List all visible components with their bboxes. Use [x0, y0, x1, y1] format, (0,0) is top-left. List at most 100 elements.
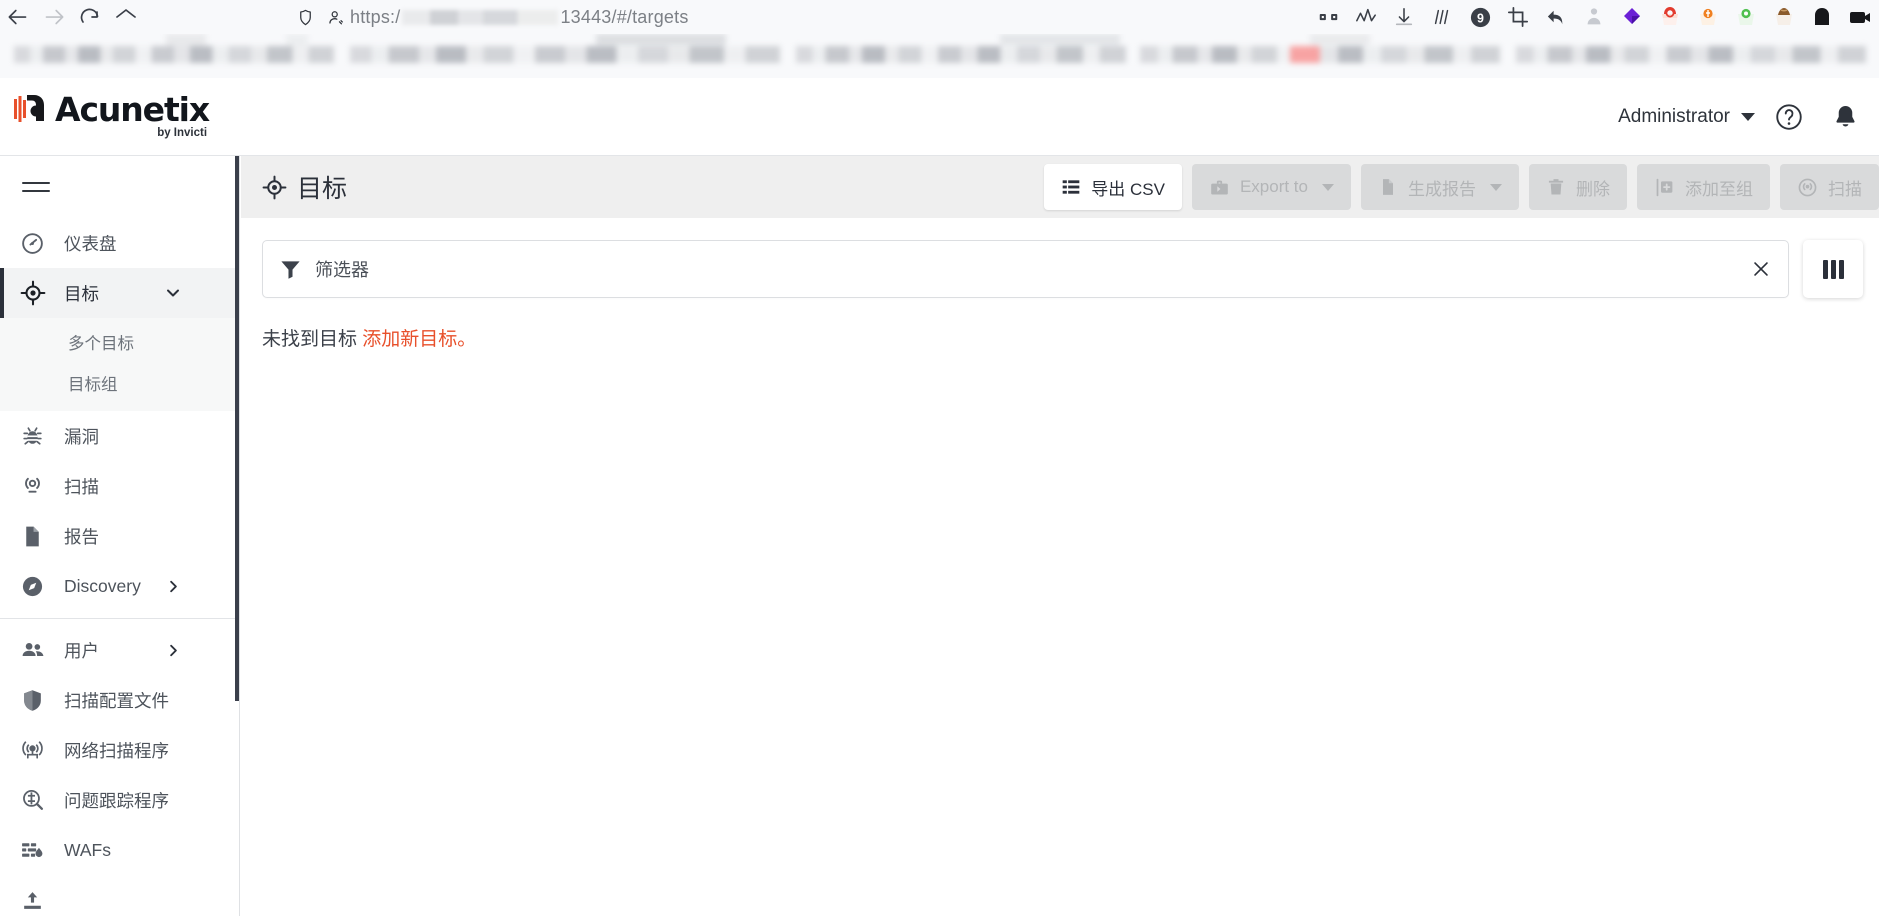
- sidebar-item-network-scanner[interactable]: 网络扫描程序: [0, 725, 239, 775]
- diamond-purple-icon[interactable]: [1613, 2, 1651, 32]
- chevron-down-icon: [1322, 183, 1334, 191]
- toolbar-button-label: 生成报告: [1408, 179, 1476, 199]
- targets-panel: 筛选器 未找到目标 添加新目标。: [241, 218, 1879, 916]
- qr-icon[interactable]: [1309, 2, 1347, 32]
- filter-placeholder-label: 筛选器: [315, 260, 369, 280]
- sidebar-item-label: 问题跟踪程序: [64, 790, 169, 811]
- sidebar-item-label: 报告: [64, 526, 99, 547]
- basket-brown-icon[interactable]: [1765, 2, 1803, 32]
- export-csv-button[interactable]: 导出 CSV: [1044, 164, 1182, 210]
- sidebar-item-wafs[interactable]: WAFs: [0, 825, 239, 875]
- sidebar-item-scans[interactable]: 扫描: [0, 461, 239, 511]
- acunetix-logo[interactable]: Acunetix by Invicti: [14, 90, 210, 139]
- sidebar-item-partial[interactable]: [0, 875, 239, 916]
- sidebar-item-users[interactable]: 用户: [0, 625, 239, 675]
- target-crosshair-icon: [20, 280, 56, 306]
- acunetix-logo-text: Acunetix: [55, 90, 210, 129]
- acunetix-logo-mark: [14, 91, 48, 129]
- sidebar-item-label: 网络扫描程序: [64, 740, 169, 761]
- user-menu-button[interactable]: Administrator: [1618, 106, 1761, 128]
- toolbar-button-label: 删除: [1576, 179, 1610, 199]
- toolbar-button-label: Export to: [1239, 177, 1308, 196]
- compass-icon: [20, 574, 56, 599]
- sidebar-divider: [0, 618, 239, 619]
- url-prefix: https:/: [350, 6, 401, 27]
- sidebar-subitem-multiple-targets[interactable]: 多个目标: [0, 321, 239, 362]
- shield-icon: [20, 688, 56, 713]
- scan-button[interactable]: 扫描: [1780, 164, 1879, 210]
- add-to-group-button[interactable]: 添加至组: [1637, 164, 1770, 210]
- forward-arrow-icon[interactable]: [36, 2, 72, 32]
- download-icon[interactable]: [1385, 2, 1423, 32]
- crop-icon[interactable]: [1499, 2, 1537, 32]
- sidebar-item-label: 仪表盘: [64, 233, 117, 254]
- camera-icon[interactable]: [1841, 2, 1879, 32]
- sidebar-item-targets[interactable]: 目标: [0, 268, 239, 318]
- trash-icon: [1546, 177, 1566, 197]
- funnel-filter-icon: [279, 258, 302, 281]
- target-crosshair-icon: [262, 175, 287, 200]
- chevron-down-icon: [1490, 183, 1502, 191]
- chevron-down-icon: [1741, 113, 1755, 121]
- sidebar-item-label: 扫描配置文件: [64, 690, 169, 711]
- columns-icon: [1822, 259, 1844, 279]
- app-header: Acunetix by Invicti Administrator: [0, 78, 1879, 156]
- help-button[interactable]: [1761, 87, 1817, 147]
- empty-state-message: 未找到目标 添加新目标。: [241, 298, 1879, 351]
- reload-arrow-icon[interactable]: [72, 2, 108, 32]
- page-toolbar: 导出 CSV Export to 生成报告 删除 添加至组 扫描: [1044, 164, 1879, 210]
- list-rows-icon: [1061, 177, 1081, 197]
- document-icon: [20, 524, 56, 549]
- sidebar-item-scan-profiles[interactable]: 扫描配置文件: [0, 675, 239, 725]
- basket-black-icon[interactable]: [1803, 2, 1841, 32]
- sidebar-item-label: 用户: [64, 640, 99, 661]
- add-new-target-link[interactable]: 添加新目标。: [362, 329, 476, 350]
- sidebar-item-label: Discovery: [64, 575, 141, 596]
- bookmarks-blurred: [0, 34, 1879, 78]
- main-content: 目标 导出 CSV Export to 生成报告 删除 添加至组 扫描 筛选器 …: [241, 156, 1879, 916]
- home-icon[interactable]: [108, 2, 144, 32]
- filter-row: 筛选器: [241, 218, 1879, 298]
- address-bar-text: https:/ 13443/#/targets: [350, 7, 689, 28]
- add-to-group-icon: [1654, 177, 1675, 198]
- basket-green-icon[interactable]: [1727, 2, 1765, 32]
- toolbar-button-label: 添加至组: [1685, 179, 1753, 199]
- columns-button[interactable]: [1803, 240, 1863, 298]
- sidebar-item-reports[interactable]: 报告: [0, 511, 239, 561]
- page-title-group: 目标: [241, 169, 347, 205]
- wave-icon[interactable]: [1347, 2, 1385, 32]
- sidebar-item-dashboard[interactable]: 仪表盘: [0, 218, 239, 268]
- nine-badge-icon[interactable]: 9: [1461, 2, 1499, 32]
- sidebar-item-label: WAFs: [64, 839, 111, 860]
- user-name-label: Administrator: [1618, 106, 1730, 127]
- notifications-button[interactable]: [1817, 87, 1873, 147]
- back-arrow-icon[interactable]: [0, 2, 36, 32]
- bars-icon[interactable]: [1423, 2, 1461, 32]
- undo-arrow-icon[interactable]: [1537, 2, 1575, 32]
- scan-radar-icon: [1797, 177, 1818, 198]
- sidebar-subitem-target-groups[interactable]: 目标组: [0, 362, 239, 403]
- close-x-icon[interactable]: [1748, 256, 1774, 282]
- empty-state-text: 未找到目标: [262, 329, 358, 350]
- hamburger-menu-icon: [22, 176, 50, 198]
- sidebar-scrollbar[interactable]: [235, 156, 239, 701]
- sidebar-subitem-label: 目标组: [68, 375, 118, 394]
- delete-button[interactable]: 删除: [1529, 164, 1627, 210]
- filter-input[interactable]: 筛选器: [262, 240, 1789, 298]
- cloud-upload-icon: [20, 888, 56, 913]
- sidebar-item-issue-trackers[interactable]: 问题跟踪程序: [0, 775, 239, 825]
- person-icon[interactable]: [1575, 2, 1613, 32]
- bookmarks-bar: [0, 34, 1879, 78]
- sidebar: 仪表盘 目标 多个目标 目标组 漏洞 扫描 报告 Discovery 用户 扫描…: [0, 156, 240, 916]
- export-to-button[interactable]: Export to: [1191, 164, 1351, 210]
- address-bar[interactable]: https:/ 13443/#/targets: [290, 2, 689, 32]
- generate-report-button[interactable]: 生成报告: [1361, 164, 1519, 210]
- person-key-icon: [320, 3, 350, 31]
- chevron-down-icon: [163, 283, 183, 303]
- sidebar-item-vulnerabilities[interactable]: 漏洞: [0, 411, 239, 461]
- basket-orange-icon[interactable]: [1689, 2, 1727, 32]
- page-header-bar: 目标 导出 CSV Export to 生成报告 删除 添加至组 扫描: [241, 156, 1879, 218]
- sidebar-toggle-button[interactable]: [0, 156, 239, 218]
- sidebar-item-discovery[interactable]: Discovery: [0, 561, 239, 611]
- basket-red-icon[interactable]: [1651, 2, 1689, 32]
